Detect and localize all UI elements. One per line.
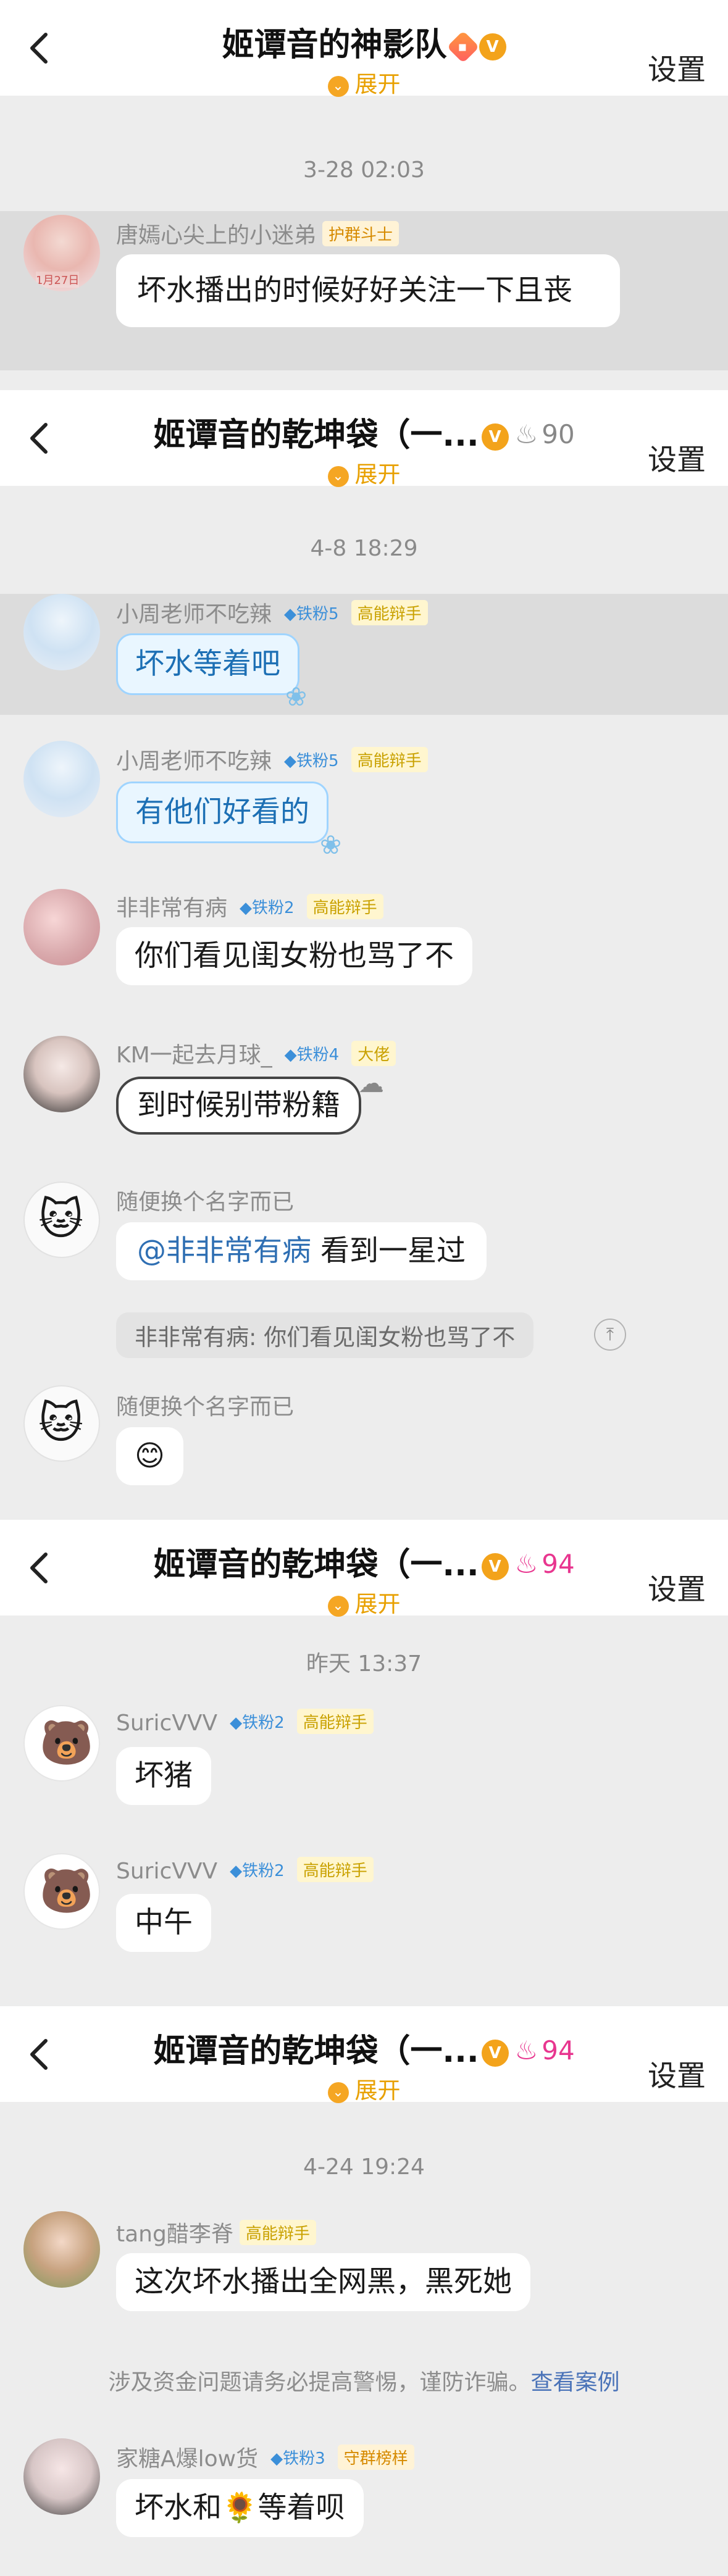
chat-header: 姬谭音的神影队 ◆ V ⌄ 展开 设置: [0, 0, 728, 99]
gem-badge-icon: ◆: [446, 30, 479, 64]
fraud-warning-notice: 涉及资金问题请务必提高警惕，谨防诈骗。查看案例: [108, 2370, 620, 2395]
fire-icon: ♨: [514, 2035, 538, 2065]
role-tag: 大佬: [351, 1041, 396, 1066]
v-badge-icon: V: [481, 423, 509, 451]
chevron-down-icon: ⌄: [327, 466, 349, 487]
fan-level-tag: ◆铁粉5: [284, 752, 339, 770]
settings-button[interactable]: 设置: [648, 2052, 706, 2095]
avatar[interactable]: [23, 741, 100, 817]
role-tag: 高能辩手: [306, 894, 383, 919]
chat-header: 姬谭音的乾坤袋（一... V ♨ 94 ⌄ 展开 设置: [0, 2006, 728, 2105]
mention-link[interactable]: @非非常有病: [137, 1234, 311, 1268]
timestamp: 4-24 19:24: [303, 2154, 425, 2180]
settings-button[interactable]: 设置: [648, 436, 706, 478]
fan-level-tag: ◆铁粉3: [270, 2449, 325, 2468]
expand-toggle[interactable]: ⌄ 展开: [0, 456, 728, 489]
chat-header: 姬谭音的乾坤袋（一... V ♨ 90 ⌄ 展开 设置: [0, 390, 728, 489]
expand-toggle[interactable]: ⌄ 展开: [0, 1585, 728, 1619]
bear-avatar-icon: 🐻: [40, 1717, 94, 1768]
message-bubble[interactable]: 有他们好看的: [116, 782, 328, 843]
avatar[interactable]: [23, 594, 100, 670]
fan-level-tag: ◆铁粉2: [230, 1862, 285, 1880]
fan-level-tag: ◆铁粉5: [284, 605, 339, 623]
avatar[interactable]: [23, 2211, 100, 2288]
sender-name[interactable]: 家糖A爆low货 ◆铁粉3 守群榜样: [116, 2441, 414, 2473]
v-badge-icon: V: [479, 33, 506, 60]
chevron-down-icon: ⌄: [327, 2082, 349, 2103]
role-tag: 护群斗士: [322, 221, 400, 246]
message-bubble[interactable]: 坏水播出的时候好好关注一下且丧: [116, 254, 620, 327]
v-badge-icon: V: [481, 1553, 509, 1580]
avatar[interactable]: 1月27日: [23, 215, 100, 291]
message-bubble[interactable]: 中午: [116, 1894, 211, 1952]
sender-name[interactable]: SuricVVV ◆铁粉2 高能辩手: [116, 1709, 374, 1736]
avatar-date-label: 1月27日: [36, 272, 80, 288]
sender-name[interactable]: 小周老师不吃辣 ◆铁粉5 高能辩手: [116, 743, 428, 775]
message-bubble[interactable]: @非非常有病 看到一星过: [116, 1222, 487, 1280]
sender-name[interactable]: 随便换个名字而已: [116, 1184, 294, 1216]
group-title[interactable]: 姬谭音的乾坤袋（一... V ♨ 94: [0, 1538, 728, 1585]
expand-toggle[interactable]: ⌄ 展开: [0, 65, 728, 99]
group-level: 94: [542, 1549, 575, 1579]
avatar[interactable]: 🐱: [23, 1385, 100, 1462]
fan-level-tag: ◆铁粉2: [230, 1714, 285, 1732]
timestamp: 昨天 13:37: [306, 1651, 422, 1677]
avatar[interactable]: [23, 889, 100, 965]
timestamp: 4-8 18:29: [310, 536, 418, 561]
chevron-down-icon: ⌄: [327, 1596, 349, 1617]
bubble-decoration-icon: ❀: [285, 682, 308, 712]
message-bubble[interactable]: 这次坏水播出全网黑，黑死她: [116, 2253, 530, 2311]
quoted-message[interactable]: 非非常有病: 你们看见闺女粉也骂了不: [116, 1312, 534, 1358]
sender-name[interactable]: 随便换个名字而已: [116, 1389, 294, 1421]
role-tag: 高能辩手: [351, 600, 428, 625]
fan-level-tag: ◆铁粉2: [240, 899, 295, 917]
settings-button[interactable]: 设置: [648, 46, 706, 88]
avatar[interactable]: 🐱: [23, 1182, 100, 1258]
bear-avatar-icon: 🐻: [40, 1865, 94, 1916]
sender-name[interactable]: tang醋李脊 高能辩手: [116, 2216, 316, 2248]
role-tag: 守群榜样: [337, 2445, 414, 2470]
timestamp: 3-28 02:03: [303, 157, 425, 183]
avatar[interactable]: [23, 2438, 100, 2515]
view-cases-link[interactable]: 查看案例: [531, 2370, 620, 2395]
avatar[interactable]: 🐻: [23, 1705, 100, 1782]
avatar[interactable]: [23, 1036, 100, 1112]
message-bubble[interactable]: 😊: [116, 1427, 183, 1485]
sender-name[interactable]: SuricVVV ◆铁粉2 高能辩手: [116, 1857, 374, 1884]
sender-name[interactable]: 唐嫣心尖上的小迷弟 护群斗士: [116, 217, 400, 249]
bubble-decoration-icon: ❀: [320, 830, 342, 860]
bubble-decoration-icon: ☁: [358, 1068, 384, 1098]
avatar[interactable]: 🐻: [23, 1853, 100, 1930]
v-badge-icon: V: [481, 2040, 509, 2067]
message-bubble[interactable]: 到时候别带粉籍: [116, 1077, 361, 1135]
role-tag: 高能辩手: [351, 747, 428, 772]
group-title[interactable]: 姬谭音的神影队 ◆ V: [0, 19, 728, 65]
sender-name[interactable]: 小周老师不吃辣 ◆铁粉5 高能辩手: [116, 596, 428, 628]
fan-level-tag: ◆铁粉4: [284, 1046, 340, 1064]
role-tag: 高能辩手: [239, 2220, 316, 2245]
fire-icon: ♨: [514, 1549, 538, 1579]
quote-arrow-icon[interactable]: ⤒: [594, 1319, 626, 1351]
role-tag: 高能辩手: [296, 1709, 374, 1734]
group-level: 94: [542, 2035, 575, 2065]
group-title[interactable]: 姬谭音的乾坤袋（一... V ♨ 94: [0, 2025, 728, 2071]
message-bubble[interactable]: 坏水和🌻等着呗: [116, 2479, 364, 2537]
settings-button[interactable]: 设置: [648, 1565, 706, 1608]
fire-icon: ♨: [514, 419, 538, 449]
message-bubble[interactable]: 你们看见闺女粉也骂了不: [116, 927, 472, 985]
role-tag: 高能辩手: [296, 1857, 374, 1882]
expand-toggle[interactable]: ⌄ 展开: [0, 2072, 728, 2105]
sender-name[interactable]: KM一起去月球_ ◆铁粉4 大佬: [116, 1037, 396, 1069]
message-bubble[interactable]: 坏水等着吧: [116, 633, 299, 695]
sender-name[interactable]: 非非常有病 ◆铁粉2 高能辩手: [116, 890, 383, 922]
message-bubble[interactable]: 坏猪: [116, 1747, 211, 1805]
group-level: 90: [542, 419, 575, 449]
cat-avatar-icon: 🐱: [38, 1398, 83, 1448]
chevron-down-icon: ⌄: [327, 76, 349, 97]
chat-header: 姬谭音的乾坤袋（一... V ♨ 94 ⌄ 展开 设置: [0, 1520, 728, 1617]
cat-avatar-icon: 🐱: [38, 1194, 83, 1244]
group-title[interactable]: 姬谭音的乾坤袋（一... V ♨ 90: [0, 409, 728, 455]
